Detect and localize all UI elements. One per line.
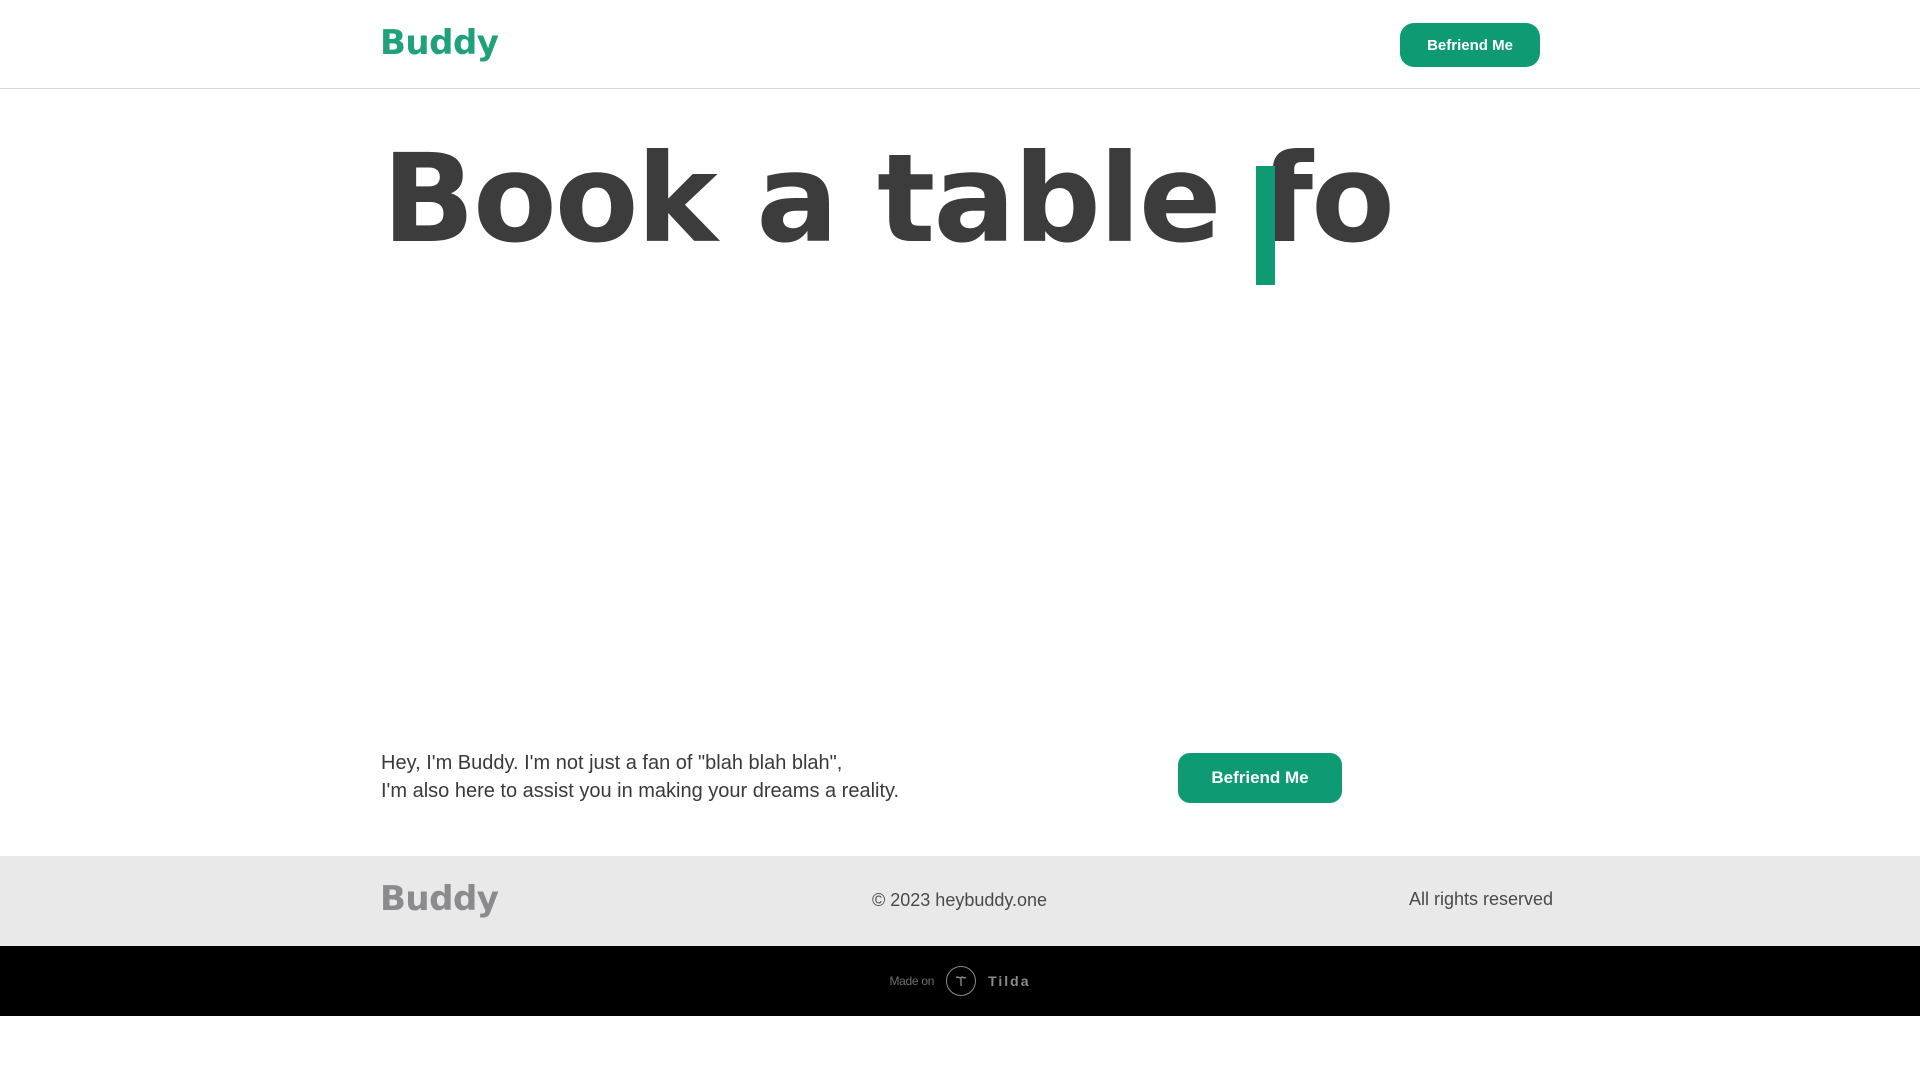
- page-bottom-space: [0, 1016, 1920, 1080]
- intro-line-1: Hey, I'm Buddy. I'm not just a fan of "b…: [381, 752, 843, 774]
- header-befriend-button[interactable]: Befriend Me: [1400, 23, 1540, 67]
- typing-cursor: [1256, 166, 1275, 285]
- footer-rights: All rights reserved: [1409, 889, 1554, 909]
- footer-copyright: © 2023 heybuddy.one: [872, 890, 1048, 910]
- tilda-logo-icon: [946, 966, 977, 996]
- footer-logo[interactable]: Buddy: [380, 882, 499, 916]
- made-on-tilda-bar[interactable]: Made on Tilda: [0, 946, 1920, 1016]
- site-header: Buddy Befriend Me: [0, 0, 1920, 89]
- header-logo[interactable]: Buddy: [380, 26, 499, 60]
- intro-befriend-button[interactable]: Befriend Me: [1178, 753, 1342, 803]
- intro-text: Hey, I'm Buddy. I'm not just a fan of "b…: [381, 749, 899, 805]
- site-footer: Buddy © 2023 heybuddy.one All rights res…: [0, 856, 1920, 946]
- hero-typed-heading: Book a table fo: [382, 128, 1395, 270]
- intro-line-2: I'm also here to assist you in making yo…: [381, 780, 900, 802]
- made-on-label: Made on: [889, 974, 935, 988]
- tilda-name: Tilda: [988, 973, 1031, 989]
- hero-section: Book a table fo: [382, 128, 1395, 288]
